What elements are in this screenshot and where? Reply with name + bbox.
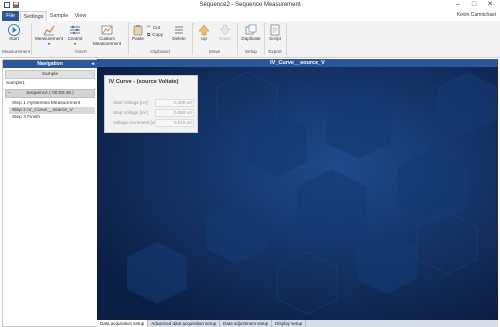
ribbon: Start Measurement Measurement ▾ Control … <box>0 21 500 58</box>
paste-icon <box>133 25 143 36</box>
sequence-step[interactable]: Step 3 Finish <box>9 114 95 121</box>
close-icon[interactable]: ✕ <box>482 0 498 10</box>
start-button[interactable]: Start <box>5 24 23 41</box>
separator <box>286 23 287 55</box>
paste-button[interactable]: Paste <box>131 24 145 41</box>
script-icon <box>270 24 280 36</box>
tab-advanced-data-acquisition-setup[interactable]: Advanced data acquisition setup <box>148 320 221 327</box>
delete-button[interactable]: Delete <box>170 24 188 41</box>
group-export-label: Export <box>268 49 282 54</box>
measurement-icon <box>43 25 55 36</box>
navigation-panel: Navigation ◂ Sample Sample1 – Sequence (… <box>2 59 98 327</box>
sample-bar[interactable]: Sample <box>5 70 95 79</box>
copy-button[interactable]: ⧉ Copy <box>147 32 163 37</box>
arrow-up-icon <box>198 24 210 36</box>
cut-button[interactable]: ✂ Cut <box>147 24 160 30</box>
start-label: Start <box>9 36 19 41</box>
pin-icon[interactable]: ◂ <box>91 60 94 68</box>
sequence-label: Sequence ( 00:00:48 ) <box>26 91 74 96</box>
delete-label: Delete <box>172 36 186 41</box>
stop-voltage-label: Stop Voltage [uV] <box>113 110 148 115</box>
tab-view[interactable]: View <box>72 11 89 21</box>
maximize-icon[interactable]: □ <box>466 0 482 10</box>
sequence-step[interactable]: Step 1 Hysteresis Measurement <box>9 100 95 107</box>
group-measurement-label: Measurement <box>2 49 31 54</box>
tab-data-adjustment-setup[interactable]: Data adjustment setup <box>220 320 273 327</box>
tab-data-acquisition-setup[interactable]: Data acquisition setup <box>97 320 149 327</box>
tab-file[interactable]: File <box>2 11 19 21</box>
delete-icon <box>175 26 183 34</box>
start-voltage-label: Start Voltage [uV] <box>113 100 149 105</box>
duplicate-icon <box>245 24 257 35</box>
custom-measurement-label: Custom Measurement <box>92 36 122 46</box>
chevron-down-icon: ▾ <box>73 41 76 46</box>
voltage-increment-label: Voltage Increment [uV] <box>113 120 159 125</box>
stop-voltage-field[interactable]: 0.050 uV <box>155 109 194 117</box>
script-label: Script <box>269 36 281 41</box>
chevron-down-icon: ▾ <box>47 41 50 46</box>
sliders-icon <box>70 25 80 35</box>
tab-display-setup[interactable]: Display setup <box>272 320 307 327</box>
navigation-header: Navigation ◂ <box>3 60 97 68</box>
minimize-icon[interactable]: – <box>450 0 466 10</box>
window-controls: – □ ✕ <box>450 0 498 10</box>
copy-label: Copy <box>152 32 164 37</box>
measurement-button[interactable]: Measurement ▾ <box>35 24 63 46</box>
sequence-bar[interactable]: – Sequence ( 00:00:48 ) <box>5 89 95 98</box>
duplicate-label: Duplicate <box>241 36 261 41</box>
script-button[interactable]: Script <box>267 24 283 41</box>
sequence-step-selected[interactable]: Step 2 IV_Curve__source_V <box>9 107 95 114</box>
title-bar: Sequence2 - Sequence Measurement – □ ✕ <box>0 0 500 11</box>
sample-name[interactable]: Sample1 <box>6 81 94 86</box>
start-voltage-field[interactable]: -0.100 uV <box>155 99 194 107</box>
copy-icon: ⧉ <box>147 32 151 37</box>
setup-tabs: Data acquisition setup Advanced data acq… <box>97 320 498 327</box>
collapse-icon[interactable]: – <box>8 90 11 97</box>
arrow-down-icon <box>219 24 231 36</box>
up-label: Up <box>201 36 207 41</box>
play-icon <box>8 24 20 36</box>
cut-label: Cut <box>152 24 161 30</box>
down-label: Down <box>219 36 231 41</box>
iv-curve-panel: IV Curve - (source Voltate) Start Voltag… <box>104 75 198 133</box>
separator <box>31 23 32 55</box>
step-header: IV_Curve__source_V <box>97 59 498 67</box>
control-button[interactable]: Control ▾ <box>64 24 86 46</box>
custom-measurement-button[interactable]: Custom Measurement <box>90 24 124 46</box>
navigation-title: Navigation <box>37 61 63 67</box>
group-clipboard-label: Clipboard <box>150 49 170 54</box>
custom-measurement-icon <box>101 25 113 35</box>
group-insert-label: Insert <box>75 49 87 54</box>
group-move-label: Move <box>208 49 221 54</box>
voltage-increment-field[interactable]: 0.010 uV <box>155 119 194 127</box>
main-area: IV_Curve__source_V IV Curve - (source Vo… <box>97 59 498 320</box>
tab-sample[interactable]: Sample <box>48 11 70 21</box>
group-setup-label: Setup <box>244 49 257 54</box>
panel-title: IV Curve - (source Voltate) <box>109 79 179 85</box>
user-name: Kevin.Carmichael <box>456 12 496 18</box>
scissors-icon: ✂ <box>147 24 151 29</box>
down-button[interactable]: Down <box>216 24 234 41</box>
up-button[interactable]: Up <box>196 24 212 41</box>
window-title: Sequence2 - Sequence Measurement <box>199 2 301 8</box>
paste-label: Paste <box>132 36 144 41</box>
duplicate-button[interactable]: Duplicate <box>240 24 262 41</box>
